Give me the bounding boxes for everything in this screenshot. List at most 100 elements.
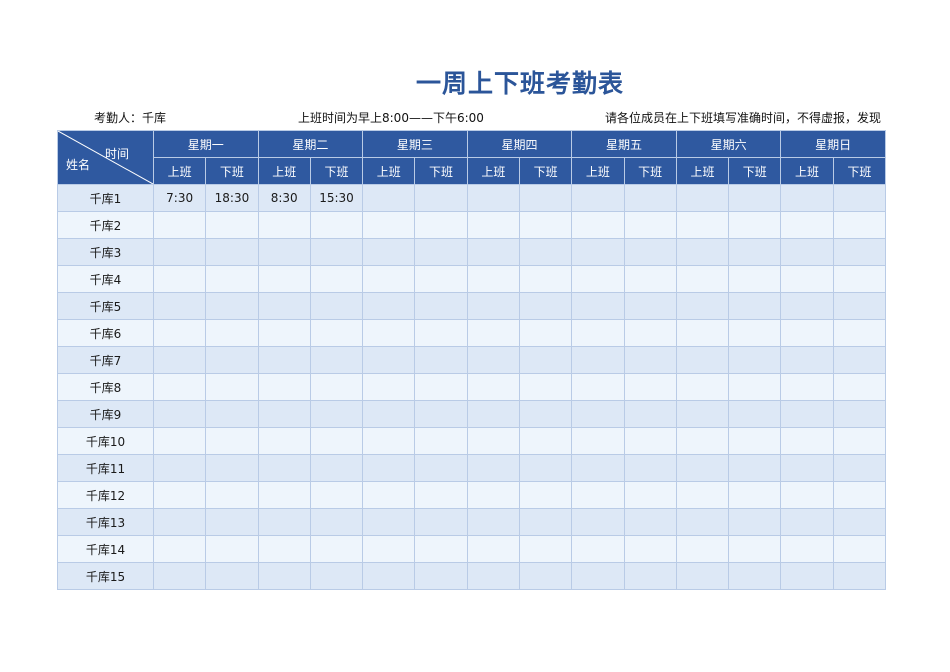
time-cell[interactable] bbox=[832, 481, 887, 509]
time-cell[interactable] bbox=[518, 454, 573, 482]
time-cell[interactable] bbox=[780, 481, 834, 509]
time-cell[interactable]: 18:30 bbox=[205, 184, 259, 212]
time-cell[interactable] bbox=[309, 508, 364, 536]
time-cell[interactable] bbox=[780, 184, 834, 212]
time-cell[interactable] bbox=[466, 481, 520, 509]
time-cell[interactable] bbox=[518, 400, 573, 428]
time-cell[interactable] bbox=[466, 562, 520, 590]
time-cell[interactable] bbox=[414, 562, 468, 590]
time-cell[interactable] bbox=[152, 535, 207, 563]
time-cell[interactable] bbox=[152, 427, 207, 455]
time-cell[interactable] bbox=[362, 481, 416, 509]
time-cell[interactable] bbox=[518, 481, 573, 509]
time-cell[interactable] bbox=[362, 373, 416, 401]
time-cell[interactable] bbox=[675, 319, 730, 347]
time-cell[interactable] bbox=[518, 427, 573, 455]
time-cell[interactable] bbox=[780, 238, 834, 266]
time-cell[interactable] bbox=[623, 508, 677, 536]
time-cell[interactable] bbox=[362, 346, 416, 374]
time-cell[interactable] bbox=[152, 481, 207, 509]
time-cell[interactable] bbox=[414, 238, 468, 266]
time-cell[interactable] bbox=[832, 238, 887, 266]
time-cell[interactable] bbox=[362, 400, 416, 428]
time-cell[interactable] bbox=[362, 562, 416, 590]
time-cell[interactable] bbox=[205, 346, 259, 374]
time-cell[interactable] bbox=[205, 454, 259, 482]
time-cell[interactable] bbox=[623, 562, 677, 590]
time-cell[interactable] bbox=[152, 211, 207, 239]
time-cell[interactable] bbox=[780, 562, 834, 590]
time-cell[interactable] bbox=[205, 481, 259, 509]
time-cell[interactable] bbox=[571, 346, 625, 374]
time-cell[interactable] bbox=[257, 481, 311, 509]
time-cell[interactable] bbox=[675, 400, 730, 428]
time-cell[interactable] bbox=[205, 373, 259, 401]
time-cell[interactable] bbox=[205, 292, 259, 320]
time-cell[interactable] bbox=[623, 427, 677, 455]
time-cell[interactable] bbox=[780, 373, 834, 401]
time-cell[interactable] bbox=[832, 319, 887, 347]
time-cell[interactable] bbox=[309, 535, 364, 563]
time-cell[interactable] bbox=[623, 211, 677, 239]
time-cell[interactable] bbox=[675, 535, 730, 563]
time-cell[interactable] bbox=[414, 346, 468, 374]
time-cell[interactable] bbox=[362, 238, 416, 266]
time-cell[interactable] bbox=[518, 319, 573, 347]
time-cell[interactable] bbox=[623, 265, 677, 293]
time-cell[interactable] bbox=[466, 319, 520, 347]
time-cell[interactable] bbox=[257, 535, 311, 563]
time-cell[interactable] bbox=[309, 346, 364, 374]
time-cell[interactable] bbox=[571, 427, 625, 455]
time-cell[interactable] bbox=[414, 508, 468, 536]
time-cell[interactable] bbox=[780, 427, 834, 455]
time-cell[interactable] bbox=[623, 184, 677, 212]
time-cell[interactable] bbox=[309, 454, 364, 482]
time-cell[interactable] bbox=[414, 454, 468, 482]
time-cell[interactable] bbox=[675, 454, 730, 482]
time-cell[interactable] bbox=[152, 319, 207, 347]
time-cell[interactable] bbox=[780, 400, 834, 428]
time-cell[interactable] bbox=[571, 535, 625, 563]
time-cell[interactable] bbox=[362, 535, 416, 563]
time-cell[interactable] bbox=[414, 481, 468, 509]
time-cell[interactable] bbox=[832, 184, 887, 212]
time-cell[interactable] bbox=[205, 319, 259, 347]
time-cell[interactable] bbox=[257, 319, 311, 347]
time-cell[interactable] bbox=[205, 427, 259, 455]
time-cell[interactable] bbox=[728, 346, 782, 374]
time-cell[interactable] bbox=[362, 265, 416, 293]
time-cell[interactable] bbox=[832, 427, 887, 455]
time-cell[interactable] bbox=[518, 238, 573, 266]
time-cell[interactable] bbox=[832, 211, 887, 239]
time-cell[interactable] bbox=[414, 211, 468, 239]
time-cell[interactable] bbox=[675, 373, 730, 401]
time-cell[interactable] bbox=[152, 562, 207, 590]
time-cell[interactable] bbox=[309, 292, 364, 320]
time-cell[interactable] bbox=[675, 481, 730, 509]
time-cell[interactable] bbox=[362, 427, 416, 455]
time-cell[interactable] bbox=[414, 400, 468, 428]
time-cell[interactable] bbox=[205, 265, 259, 293]
time-cell[interactable] bbox=[205, 238, 259, 266]
time-cell[interactable] bbox=[623, 319, 677, 347]
time-cell[interactable] bbox=[780, 535, 834, 563]
time-cell[interactable] bbox=[466, 454, 520, 482]
time-cell[interactable] bbox=[675, 562, 730, 590]
time-cell[interactable] bbox=[623, 400, 677, 428]
time-cell[interactable] bbox=[832, 535, 887, 563]
time-cell[interactable] bbox=[571, 562, 625, 590]
time-cell[interactable] bbox=[623, 454, 677, 482]
time-cell[interactable] bbox=[518, 184, 573, 212]
time-cell[interactable] bbox=[362, 211, 416, 239]
time-cell[interactable] bbox=[832, 454, 887, 482]
time-cell[interactable] bbox=[518, 562, 573, 590]
time-cell[interactable] bbox=[728, 454, 782, 482]
time-cell[interactable] bbox=[257, 562, 311, 590]
time-cell[interactable] bbox=[571, 292, 625, 320]
time-cell[interactable] bbox=[309, 427, 364, 455]
time-cell[interactable] bbox=[675, 292, 730, 320]
time-cell[interactable] bbox=[728, 211, 782, 239]
time-cell[interactable] bbox=[205, 562, 259, 590]
time-cell[interactable] bbox=[362, 319, 416, 347]
time-cell[interactable] bbox=[571, 184, 625, 212]
